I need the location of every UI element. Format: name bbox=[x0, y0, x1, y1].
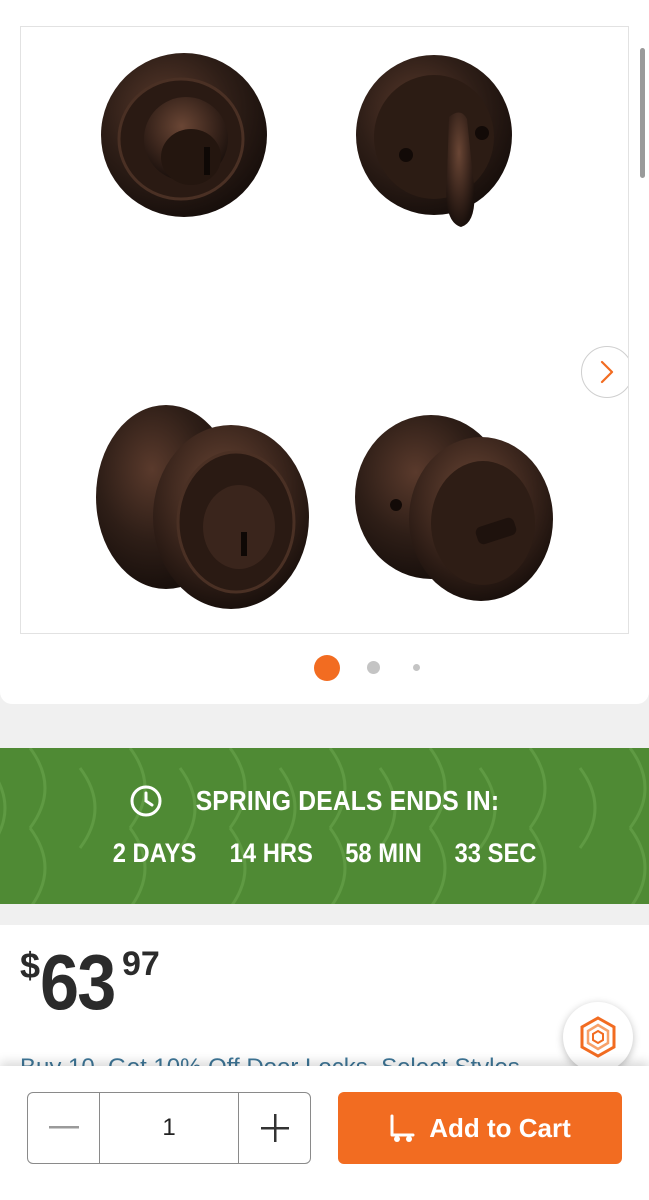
countdown-seconds: 33 SEC bbox=[454, 838, 537, 868]
carousel-dot[interactable] bbox=[367, 661, 380, 674]
add-to-cart-label: Add to Cart bbox=[429, 1112, 571, 1143]
carousel-dot-active[interactable] bbox=[314, 655, 340, 681]
product-photo bbox=[96, 53, 553, 609]
increase-quantity-button[interactable] bbox=[239, 1093, 310, 1163]
clock-icon bbox=[130, 785, 162, 817]
quantity-stepper: 1 bbox=[27, 1092, 311, 1164]
countdown-days: 2 DAYS bbox=[112, 838, 196, 868]
assistant-button[interactable] bbox=[563, 1002, 633, 1072]
bottom-action-bar: 1 Add to Cart bbox=[0, 1066, 649, 1200]
price-dollars: 63 bbox=[40, 938, 116, 1026]
promo-title: SPRING DEALS ENDS IN: bbox=[0, 784, 649, 818]
minus-icon bbox=[48, 1126, 79, 1129]
price-cents: 97 bbox=[122, 945, 160, 983]
knob-privacy bbox=[355, 415, 553, 601]
decrease-quantity-button[interactable] bbox=[28, 1093, 99, 1163]
quantity-input[interactable]: 1 bbox=[99, 1093, 239, 1163]
promo-banner: SPRING DEALS ENDS IN: 2 DAYS 14 HRS 58 M… bbox=[0, 748, 649, 904]
countdown-minutes: 58 MIN bbox=[345, 838, 423, 868]
product-gallery bbox=[0, 0, 649, 704]
leaf-pattern bbox=[0, 748, 647, 904]
deadbolt-interior bbox=[356, 55, 512, 227]
add-to-cart-button[interactable]: Add to Cart bbox=[338, 1092, 622, 1164]
deadbolt-exterior bbox=[101, 53, 267, 217]
carousel-dots bbox=[0, 655, 649, 681]
cart-dolly-icon bbox=[390, 1114, 415, 1142]
next-image-button[interactable] bbox=[581, 346, 628, 398]
countdown-timer: 2 DAYS 14 HRS 58 MIN 33 SEC bbox=[0, 838, 649, 869]
price-currency: $ bbox=[20, 945, 41, 986]
hexagon-logo-icon bbox=[580, 1016, 616, 1058]
promo-title-text: SPRING DEALS ENDS IN: bbox=[195, 785, 500, 816]
plus-icon bbox=[260, 1114, 289, 1142]
countdown-hours: 14 HRS bbox=[229, 838, 313, 868]
carousel-dot[interactable] bbox=[413, 664, 420, 671]
knob-keyed bbox=[96, 405, 309, 609]
product-image[interactable] bbox=[20, 26, 629, 634]
scrollbar[interactable] bbox=[640, 48, 645, 178]
chevron-right-icon bbox=[600, 360, 614, 384]
